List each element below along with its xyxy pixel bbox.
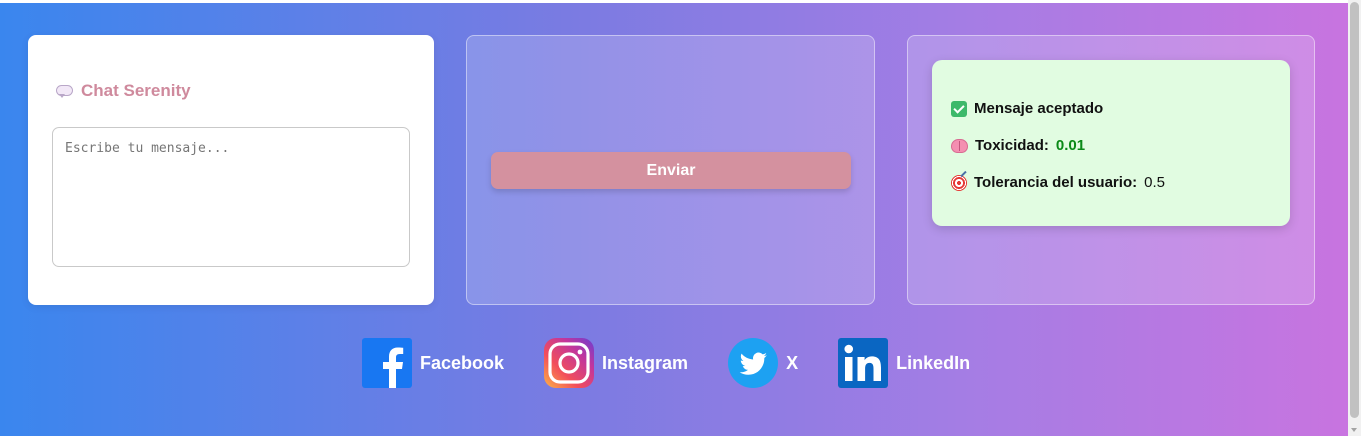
tolerance-value: 0.5 (1144, 174, 1165, 191)
tolerance-label: Tolerancia del usuario: (974, 174, 1138, 191)
social-link-linkedin[interactable]: LinkedIn (838, 338, 970, 388)
toxicity-label: Toxicidad: (975, 137, 1049, 154)
message-input[interactable] (52, 127, 410, 267)
chat-title-text: Chat Serenity (81, 81, 191, 100)
social-links: Facebook Instagram X LinkedIn (362, 338, 970, 388)
vertical-scrollbar[interactable] (1348, 0, 1361, 436)
brain-icon (951, 138, 968, 153)
result-panel: Mensaje aceptado Toxicidad: 0.01 Toleran… (932, 60, 1290, 226)
status-line: Mensaje aceptado (951, 100, 1103, 117)
send-card: Enviar (466, 35, 875, 305)
facebook-icon (362, 338, 412, 388)
result-card: Mensaje aceptado Toxicidad: 0.01 Toleran… (907, 35, 1315, 305)
linkedin-icon (838, 338, 889, 388)
social-label-instagram: Instagram (602, 352, 689, 373)
social-link-instagram[interactable]: Instagram (544, 338, 688, 388)
chat-card: Chat Serenity (28, 35, 434, 305)
social-label-linkedin: LinkedIn (896, 352, 971, 373)
toxicity-line: Toxicidad: 0.01 (951, 137, 1085, 154)
instagram-icon (544, 338, 595, 388)
social-label-facebook: Facebook (420, 352, 505, 373)
scroll-down-arrow-icon[interactable] (1351, 428, 1357, 432)
scrollbar-thumb[interactable] (1350, 2, 1359, 418)
speech-bubble-icon (56, 84, 73, 98)
twitter-icon (728, 338, 779, 388)
status-text: Mensaje aceptado (974, 100, 1104, 117)
chat-title: Chat Serenity (56, 81, 191, 101)
social-link-facebook[interactable]: Facebook (362, 338, 504, 388)
toxicity-value: 0.01 (1055, 137, 1086, 154)
send-button[interactable]: Enviar (491, 152, 851, 189)
social-link-x[interactable]: X (728, 338, 798, 388)
tolerance-line: Tolerancia del usuario: 0.5 (951, 174, 1165, 191)
target-icon (951, 174, 967, 191)
check-mark-icon (951, 100, 967, 117)
social-label-x: X (786, 352, 799, 373)
